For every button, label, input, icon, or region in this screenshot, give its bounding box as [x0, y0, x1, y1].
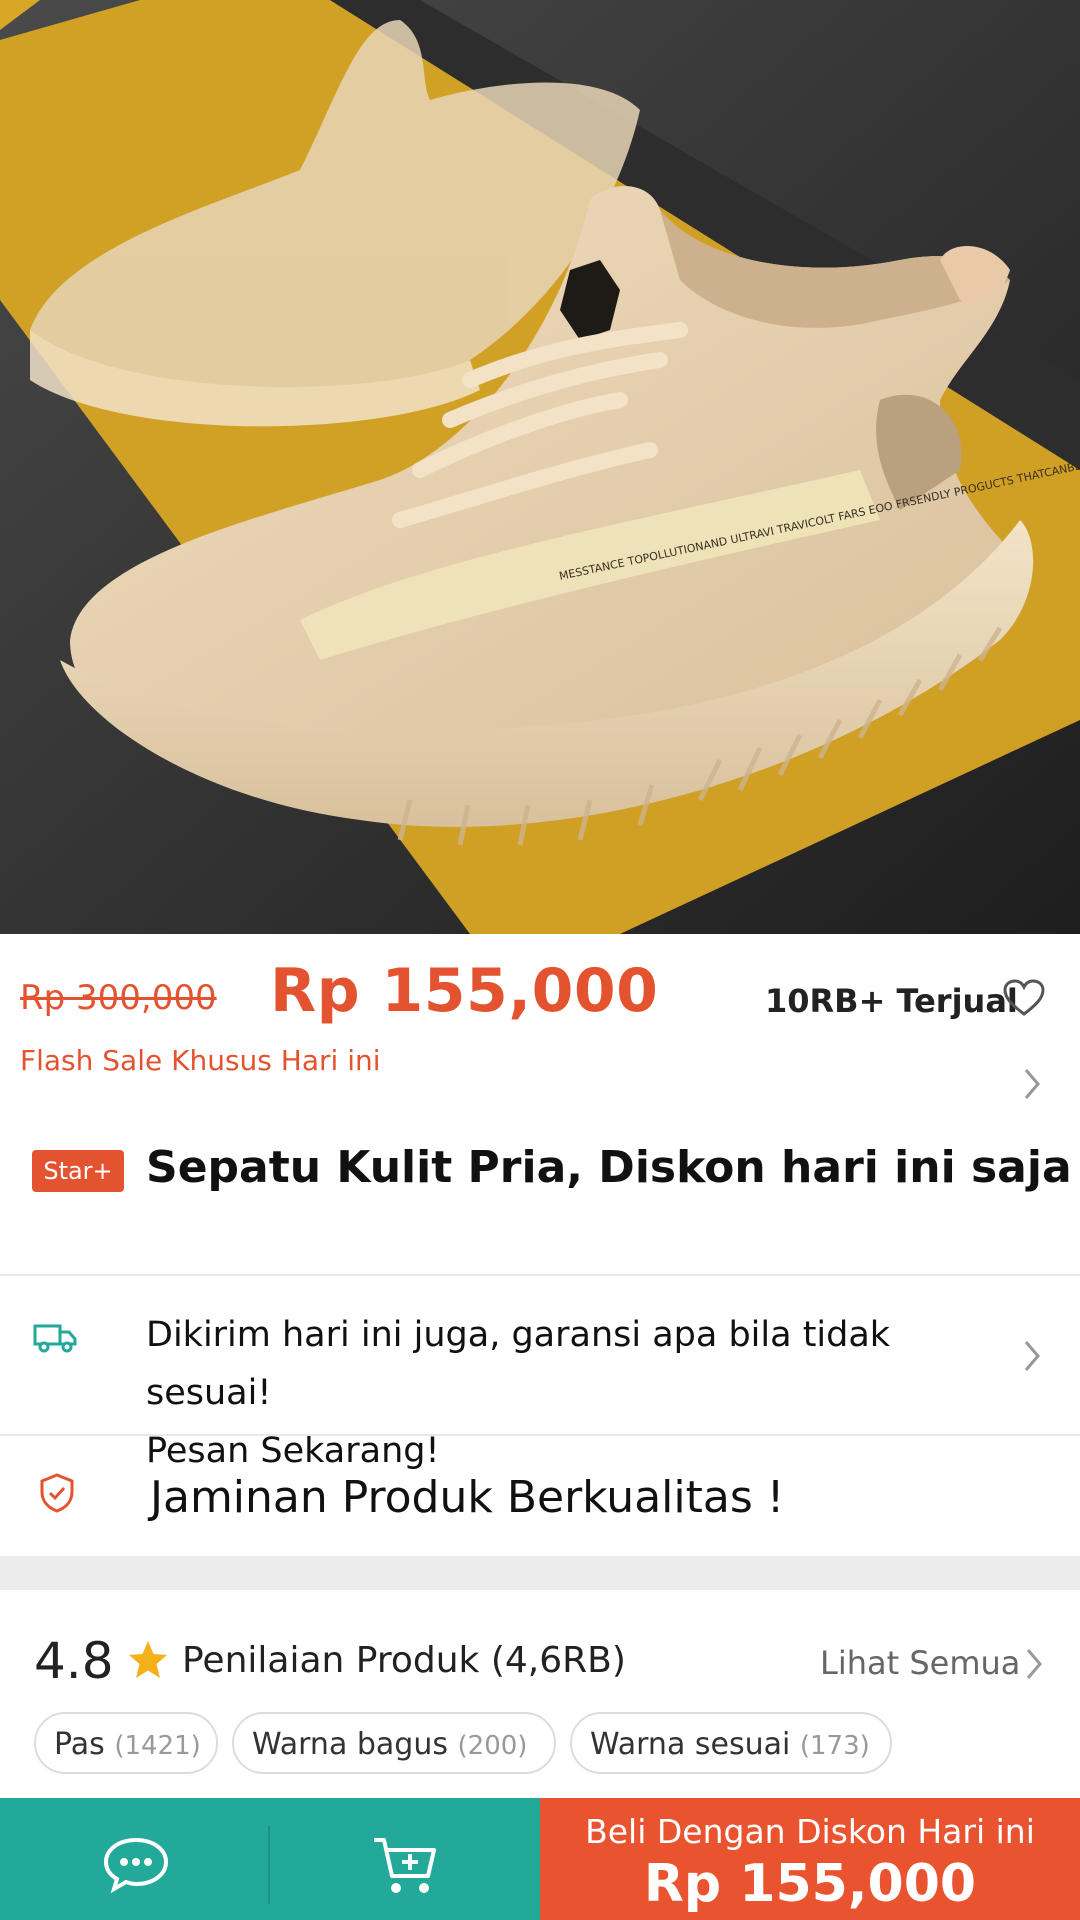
guarantee-text: Jaminan Produk Berkualitas ! [150, 1472, 785, 1523]
truck-icon [32, 1316, 78, 1356]
product-title-section: Star+ Sepatu Kulit Pria, Diskon hari ini… [0, 1114, 1080, 1274]
review-tag[interactable]: Warna bagus (200) [232, 1712, 556, 1774]
section-spacer [0, 1556, 1080, 1590]
product-image[interactable]: MESSTANCE TOPOLLUTIONAND ULTRAVI TRAVICO… [0, 0, 1080, 934]
shield-check-icon [38, 1472, 76, 1514]
price-section: Rp 300,000 Rp 155,000 10RB+ Terjual Flas… [0, 934, 1080, 1114]
rating-count: (4,6RB) [490, 1640, 626, 1681]
guarantee-row[interactable]: Jaminan Produk Berkualitas ! [0, 1436, 1080, 1556]
star-icon [126, 1638, 170, 1682]
add-to-cart-icon[interactable] [370, 1834, 442, 1898]
original-price: Rp 300,000 [20, 978, 217, 1018]
tag-count: (1421) [114, 1731, 201, 1761]
tag-count: (200) [457, 1731, 528, 1761]
buy-label: Beli Dengan Diskon Hari ini [585, 1812, 1035, 1851]
chevron-right-icon[interactable] [1022, 1646, 1042, 1682]
star-plus-badge: Star+ [32, 1150, 124, 1192]
shipping-line-1: Dikirim hari ini juga, garansi apa bila … [146, 1315, 891, 1413]
rating-label: Penilaian Produk [182, 1640, 480, 1681]
heart-icon[interactable] [1002, 978, 1046, 1018]
rating-label-wrap: Penilaian Produk (4,6RB) [182, 1640, 626, 1681]
tag-label: Warna bagus [252, 1727, 448, 1762]
review-tag[interactable]: Pas (1421) [34, 1712, 218, 1774]
buy-price: Rp 155,000 [643, 1854, 977, 1914]
product-title: Sepatu Kulit Pria, Diskon hari ini saja … [146, 1142, 1080, 1193]
current-price: Rp 155,000 [270, 956, 659, 1026]
see-all-link[interactable]: Lihat Semua [820, 1644, 1020, 1682]
review-tag[interactable]: Warna sesuai (173) [570, 1712, 892, 1774]
tag-label: Warna sesuai [590, 1727, 791, 1762]
tag-count: (173) [799, 1731, 870, 1761]
chevron-right-icon[interactable] [1020, 1066, 1044, 1102]
tag-label: Pas [54, 1727, 105, 1762]
bar-separator [268, 1826, 270, 1904]
bottom-bar-left [0, 1798, 540, 1920]
sold-count: 10RB+ Terjual [765, 982, 1018, 1020]
chevron-right-icon[interactable] [1020, 1338, 1044, 1374]
flash-sale-note: Flash Sale Khusus Hari ini [20, 1044, 381, 1077]
rating-section[interactable]: 4.8 Penilaian Produk (4,6RB) Lihat Semua [0, 1590, 1080, 1710]
chat-icon[interactable] [100, 1834, 172, 1894]
rating-score: 4.8 [34, 1632, 114, 1690]
buy-now-button[interactable]: Beli Dengan Diskon Hari ini Rp 155,000 [540, 1798, 1080, 1920]
shipping-row[interactable]: Dikirim hari ini juga, garansi apa bila … [0, 1276, 1080, 1471]
bottom-action-bar: Beli Dengan Diskon Hari ini Rp 155,000 [0, 1798, 1080, 1920]
